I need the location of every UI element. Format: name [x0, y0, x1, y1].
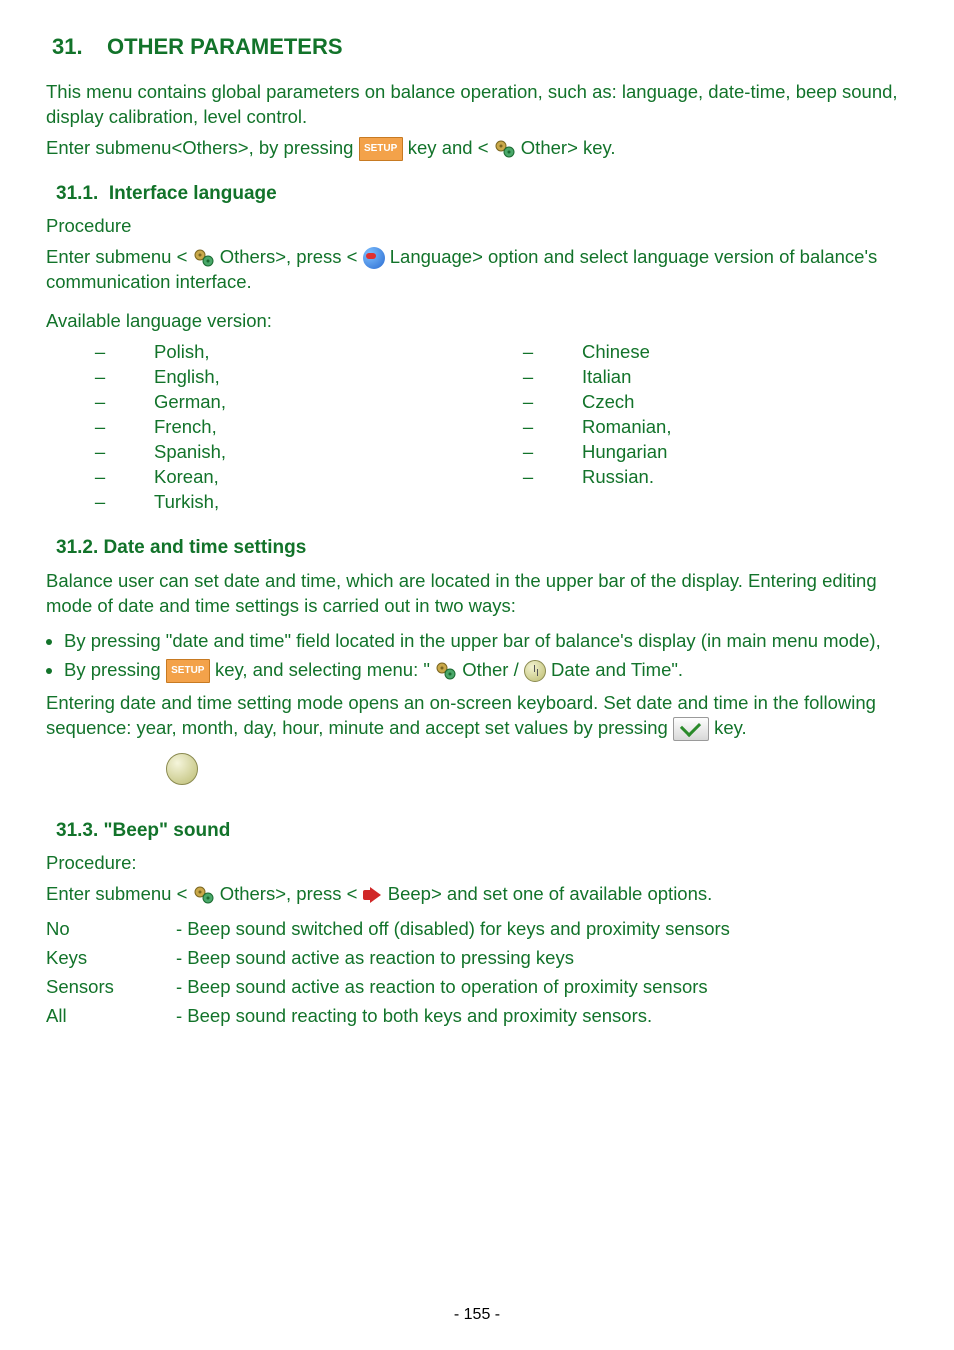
language-item: Spanish, [154, 440, 226, 465]
dash: – [474, 340, 582, 365]
language-item: Korean, [154, 465, 219, 490]
section-title: 31. OTHER PARAMETERS [52, 32, 902, 62]
procedure-label: Procedure [46, 214, 902, 239]
text: key and < [408, 137, 489, 158]
procedure-label: Procedure: [46, 851, 902, 876]
text: Other / [462, 659, 524, 680]
dash: – [46, 365, 154, 390]
sub2-paragraph-3: Entering date and time setting mode open… [46, 691, 902, 741]
subsection-31-1: 31.1. Interface language [56, 181, 902, 207]
gears-icon [494, 139, 516, 159]
gears-icon [435, 661, 457, 681]
subsection-title: Date and time settings [104, 537, 307, 558]
language-item: Romanian, [582, 415, 671, 440]
beep-option-value: - Beep sound switched off (disabled) for… [176, 917, 730, 942]
text: Enter submenu < [46, 883, 187, 904]
language-item: German, [154, 390, 226, 415]
text: key, and selecting menu: " [215, 659, 430, 680]
language-item: Russian. [582, 465, 654, 490]
subsection-number: 31.1. [56, 183, 98, 204]
horn-icon [363, 887, 383, 903]
beep-option-value: - Beep sound active as reaction to press… [176, 946, 730, 971]
globe-icon [363, 247, 385, 269]
language-list: –Polish, –English, –German, –French, –Sp… [46, 340, 902, 515]
subsection-number: 31.3. [56, 820, 98, 841]
language-item: French, [154, 415, 217, 440]
subsection-31-3: 31.3. "Beep" sound [56, 818, 902, 844]
subsection-number: 31.2. [56, 537, 98, 558]
language-item: Chinese [582, 340, 650, 365]
beep-option-key: All [46, 1004, 176, 1029]
text: Others>, press < [220, 883, 363, 904]
dash: – [46, 390, 154, 415]
text: Entering date and time setting mode open… [46, 692, 876, 738]
text: Enter submenu < [46, 246, 187, 267]
section-number: 31. [52, 34, 83, 59]
text: Date and Time". [551, 659, 683, 680]
dash: – [474, 440, 582, 465]
intro-paragraph-1: This menu contains global parameters on … [46, 80, 902, 130]
text: key. [714, 717, 747, 738]
dash: – [474, 465, 582, 490]
dash: – [474, 415, 582, 440]
language-item: Polish, [154, 340, 210, 365]
gears-icon [193, 248, 215, 268]
subsection-title: Interface language [109, 183, 277, 204]
sub2-bullet-list: By pressing "date and time" field locate… [46, 629, 902, 683]
setup-key-icon: SETUP [166, 659, 210, 683]
subsection-31-2: 31.2. Date and time settings [56, 535, 902, 561]
language-item: Czech [582, 390, 634, 415]
language-item: English, [154, 365, 220, 390]
dash: – [46, 465, 154, 490]
intro-paragraph-2: Enter submenu<Others>, by pressing SETUP… [46, 136, 902, 161]
language-item: Turkish, [154, 490, 219, 515]
text: Other> key. [521, 137, 616, 158]
dash: – [46, 490, 154, 515]
check-key-icon [673, 717, 709, 741]
text: By pressing [64, 659, 166, 680]
dash: – [46, 440, 154, 465]
dash: – [474, 365, 582, 390]
beep-option-value: - Beep sound active as reaction to opera… [176, 975, 730, 1000]
setup-key-icon: SETUP [359, 137, 403, 161]
sub2-paragraph-1: Balance user can set date and time, whic… [46, 569, 902, 619]
language-item: Hungarian [582, 440, 667, 465]
dash: – [474, 390, 582, 415]
text: Others>, press < [220, 246, 363, 267]
beep-option-key: Keys [46, 946, 176, 971]
dash: – [46, 415, 154, 440]
clock-icon [524, 660, 546, 682]
beep-options-table: No - Beep sound switched off (disabled) … [46, 913, 730, 1033]
beep-option-key: No [46, 917, 176, 942]
beep-option-key: Sensors [46, 975, 176, 1000]
subsection-title: "Beep" sound [104, 820, 231, 841]
bullet-1: By pressing "date and time" field locate… [64, 629, 902, 654]
gears-icon [193, 885, 215, 905]
bullet-2: By pressing SETUP key, and selecting men… [64, 658, 902, 683]
available-language-label: Available language version: [46, 309, 902, 334]
text: Enter submenu<Others>, by pressing [46, 137, 359, 158]
clock-icon [166, 753, 198, 785]
dash: – [46, 340, 154, 365]
text: Beep> and set one of available options. [388, 883, 713, 904]
section-title-text: OTHER PARAMETERS [107, 34, 343, 59]
language-item: Italian [582, 365, 631, 390]
sub3-paragraph: Enter submenu < Others>, press < Beep> a… [46, 882, 902, 907]
page-number: - 155 - [0, 1304, 954, 1326]
sub1-paragraph: Enter submenu < Others>, press < Languag… [46, 245, 902, 295]
beep-option-value: - Beep sound reacting to both keys and p… [176, 1004, 730, 1029]
